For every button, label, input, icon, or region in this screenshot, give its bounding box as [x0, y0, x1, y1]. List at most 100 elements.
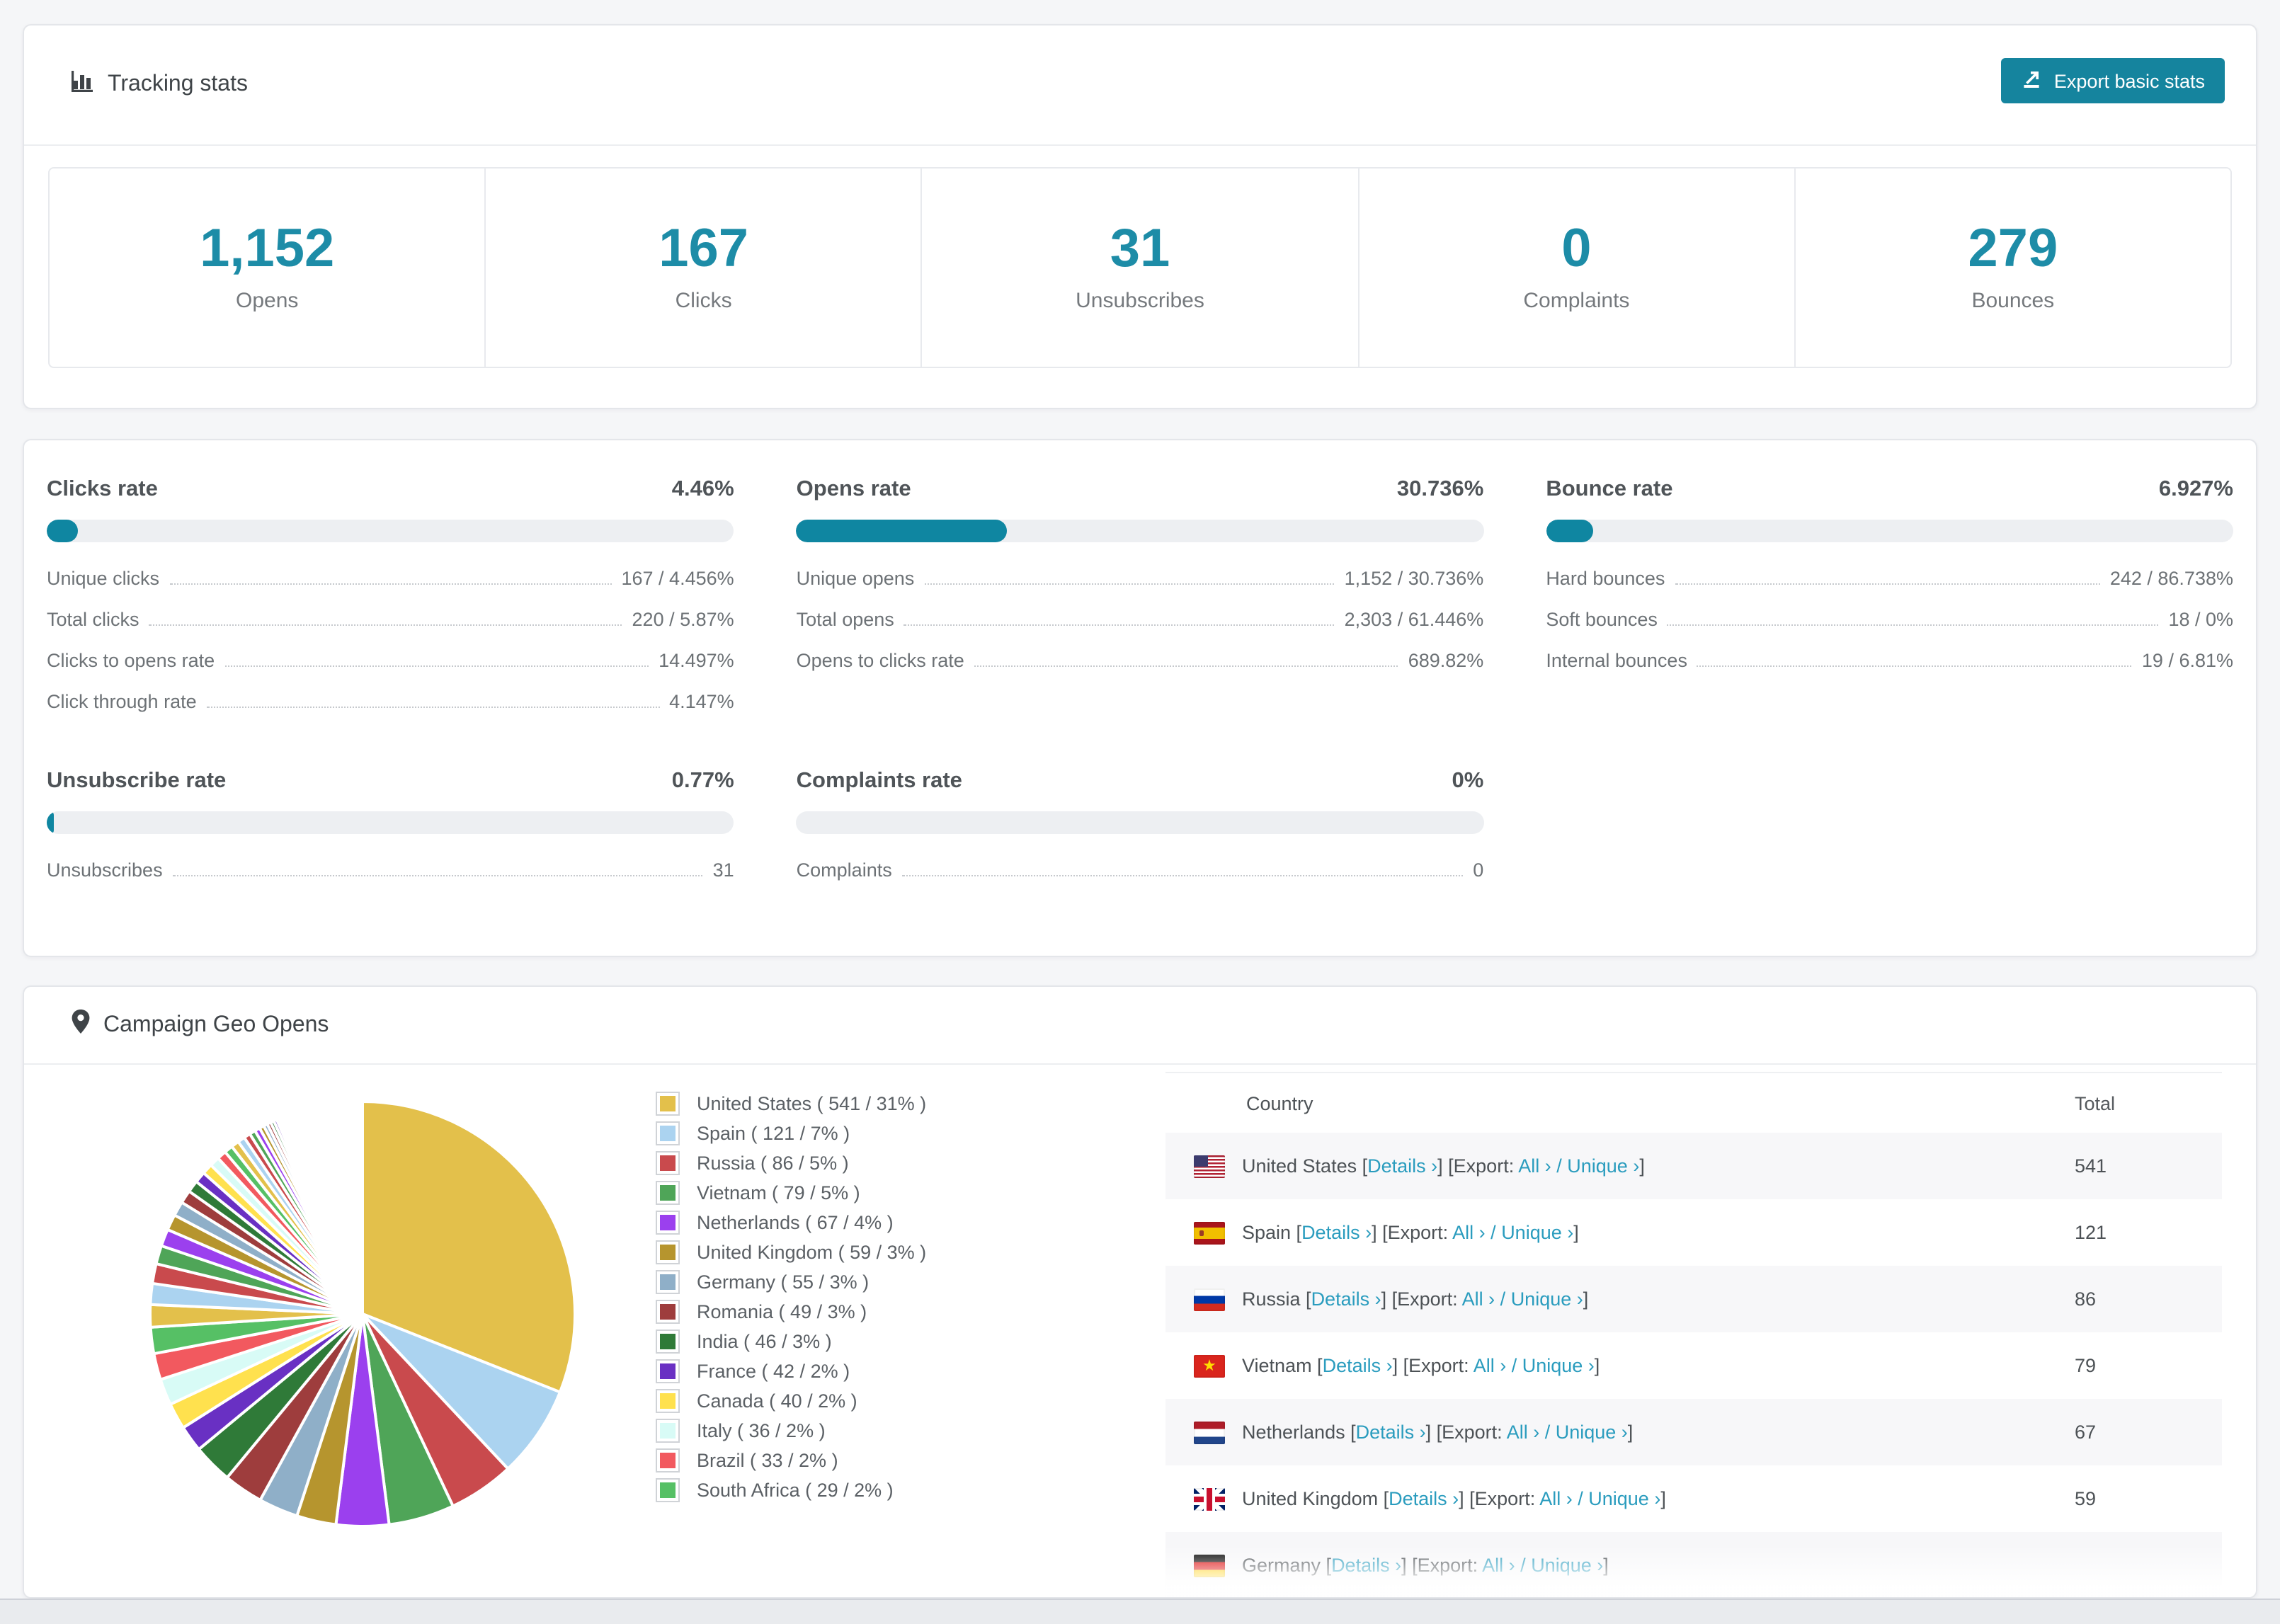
progress-fill — [47, 520, 78, 542]
stat-row: Total clicks 220 / 5.87% — [47, 609, 734, 650]
country-cell: Germany [Details ›] [Export: All › / Uni… — [1165, 1554, 2075, 1577]
export-all-link[interactable]: All › — [1474, 1355, 1507, 1376]
export-unique-link[interactable]: Unique › — [1567, 1155, 1639, 1177]
details-link[interactable]: Details › — [1356, 1422, 1426, 1443]
country-cell: United Kingdom [Details ›] [Export: All … — [1165, 1487, 2075, 1510]
legend-item-brazil[interactable]: Brazil ( 33 / 2% ) — [656, 1446, 926, 1475]
tracking-stats-title-wrap: Tracking stats — [71, 69, 248, 101]
export-unique-link[interactable]: Unique › — [1511, 1288, 1583, 1310]
table-row-de: Germany [Details ›] [Export: All › / Uni… — [1165, 1532, 2222, 1597]
export-unique-link[interactable]: Unique › — [1588, 1488, 1660, 1509]
flag-nl-icon — [1194, 1421, 1225, 1443]
legend-item-germany[interactable]: Germany ( 55 / 3% ) — [656, 1267, 926, 1297]
progress-fill — [1546, 520, 1594, 542]
legend-item-spain[interactable]: Spain ( 121 / 7% ) — [656, 1119, 926, 1148]
rate-value: 6.927% — [2158, 477, 2233, 501]
rates-card: Clicks rate 4.46% Unique clicks 167 / 4.456… — [23, 439, 2257, 957]
details-link[interactable]: Details › — [1301, 1222, 1372, 1243]
legend-swatch — [656, 1478, 680, 1502]
export-icon — [2022, 68, 2043, 93]
legend-item-vietnam[interactable]: Vietnam ( 79 / 5% ) — [656, 1178, 926, 1208]
table-row-gb: United Kingdom [Details ›] [Export: All … — [1165, 1465, 2222, 1532]
total-column-header: Total — [2075, 1092, 2116, 1114]
export-all-link[interactable]: All › — [1482, 1555, 1515, 1576]
legend-label: Canada ( 40 / 2% ) — [697, 1390, 857, 1412]
legend-item-united-kingdom[interactable]: United Kingdom ( 59 / 3% ) — [656, 1237, 926, 1267]
legend-item-russia[interactable]: Russia ( 86 / 5% ) — [656, 1148, 926, 1178]
stat-value: 4.147% — [669, 691, 734, 712]
export-all-link[interactable]: All › — [1539, 1488, 1573, 1509]
rate-heading: Bounce rate 6.927% — [1546, 477, 2233, 503]
geo-header: Campaign Geo Opens — [24, 987, 2256, 1065]
legend-item-canada[interactable]: Canada ( 40 / 2% ) — [656, 1386, 926, 1416]
details-link[interactable]: Details › — [1367, 1155, 1437, 1177]
country-links: Russia [Details ›] [Export: All › / Uniq… — [1242, 1288, 1589, 1310]
legend-item-italy[interactable]: Italy ( 36 / 2% ) — [656, 1416, 926, 1446]
stat-label: Total clicks — [47, 609, 139, 630]
legend-item-romania[interactable]: Romania ( 49 / 3% ) — [656, 1297, 926, 1327]
legend-item-south-africa[interactable]: South Africa ( 29 / 2% ) — [656, 1475, 926, 1505]
total-cell: 541 — [2075, 1155, 2107, 1177]
stat-value: 167 / 4.456% — [621, 568, 734, 589]
link-separator: / — [1485, 1222, 1502, 1243]
rate-heading: Opens rate 30.736% — [797, 477, 1484, 503]
table-row-es: Spain [Details ›] [Export: All › / Uniqu… — [1165, 1199, 2222, 1266]
legend-swatch — [656, 1359, 680, 1383]
rate-block-bounce-rate: Bounce rate 6.927% Hard bounces 242 / 86.73… — [1546, 477, 2233, 732]
stat-row: Unsubscribes 31 — [47, 859, 734, 900]
details-link[interactable]: Details › — [1323, 1355, 1393, 1376]
summary-value: 167 — [659, 219, 748, 280]
progress-fill — [796, 520, 1008, 542]
flag-vn-icon — [1194, 1354, 1225, 1377]
export-unique-link[interactable]: Unique › — [1501, 1222, 1573, 1243]
legend-swatch — [656, 1151, 680, 1175]
stat-value: 14.497% — [659, 650, 734, 671]
stat-label: Unique opens — [796, 568, 915, 589]
rate-block-complaints-rate: Complaints rate 0% Complaints 0 — [796, 769, 1484, 900]
rate-title: Bounce rate — [1546, 477, 1673, 501]
legend-label: Netherlands ( 67 / 4% ) — [697, 1212, 894, 1233]
legend-swatch — [656, 1181, 680, 1205]
legend-item-netherlands[interactable]: Netherlands ( 67 / 4% ) — [656, 1208, 926, 1237]
export-unique-link[interactable]: Unique › — [1522, 1355, 1595, 1376]
page: Tracking stats Export basic stats 1,152 O… — [0, 0, 2280, 1624]
summary-cell-complaints: 0 Complaints — [1359, 168, 1796, 367]
link-separator: / — [1572, 1488, 1589, 1509]
stat-value: 19 / 6.81% — [2141, 650, 2233, 671]
export-unique-link[interactable]: Unique › — [1556, 1422, 1628, 1443]
legend-swatch — [656, 1211, 680, 1235]
rate-heading: Unsubscribe rate 0.77% — [47, 769, 734, 794]
flag-gb-icon — [1194, 1487, 1225, 1510]
stat-value: 689.82% — [1408, 650, 1484, 671]
export-unique-link[interactable]: Unique › — [1531, 1555, 1603, 1576]
export-all-link[interactable]: All › — [1452, 1222, 1486, 1243]
dotted-leader — [1675, 583, 2100, 585]
export-all-link[interactable]: All › — [1518, 1155, 1551, 1177]
legend-item-france[interactable]: France ( 42 / 2% ) — [656, 1356, 926, 1386]
details-link[interactable]: Details › — [1311, 1288, 1381, 1310]
summary-value: 0 — [1561, 219, 1592, 280]
stat-row: Hard bounces 242 / 86.738% — [1546, 568, 2233, 609]
export-all-link[interactable]: All › — [1462, 1288, 1495, 1310]
summary-label: Opens — [236, 288, 299, 313]
stat-label: Internal bounces — [1546, 650, 1687, 671]
legend-item-united-states[interactable]: United States ( 541 / 31% ) — [656, 1089, 926, 1119]
stat-label: Hard bounces — [1546, 568, 1665, 589]
details-link[interactable]: Details › — [1331, 1555, 1401, 1576]
stat-label: Soft bounces — [1546, 609, 1658, 630]
legend-label: Italy ( 36 / 2% ) — [697, 1420, 826, 1441]
legend-label: Russia ( 86 / 5% ) — [697, 1153, 849, 1174]
export-all-link[interactable]: All › — [1507, 1422, 1540, 1443]
link-separator: / — [1495, 1288, 1511, 1310]
dotted-leader — [1667, 624, 2159, 626]
details-link[interactable]: Details › — [1389, 1488, 1459, 1509]
stat-row: Soft bounces 18 / 0% — [1546, 609, 2233, 650]
legend-item-india[interactable]: India ( 46 / 3% ) — [656, 1327, 926, 1356]
dotted-leader — [169, 583, 612, 585]
geo-table: Country Total United States [Details ›] … — [1165, 1072, 2222, 1597]
rate-value: 4.46% — [671, 477, 734, 501]
export-basic-stats-button[interactable]: Export basic stats — [2001, 58, 2225, 103]
country-links: Germany [Details ›] [Export: All › / Uni… — [1242, 1555, 1609, 1576]
stat-label: Complaints — [796, 859, 892, 881]
link-separator: / — [1506, 1355, 1522, 1376]
